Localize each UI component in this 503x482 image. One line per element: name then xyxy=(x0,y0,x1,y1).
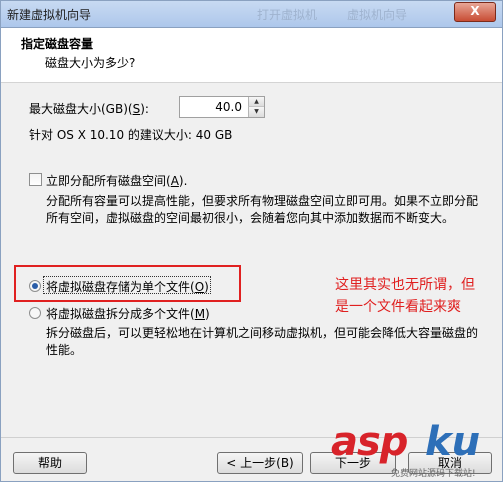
multi-file-description-line: 性能。 xyxy=(46,343,83,357)
disk-size-stepper[interactable]: ▲ ▼ xyxy=(179,96,265,118)
spin-down-arrow-icon[interactable]: ▼ xyxy=(248,107,264,117)
single-file-label[interactable]: 将虚拟磁盘存储为单个文件(O) xyxy=(46,278,209,295)
site-watermark-logo: asp ku 免费网站源码下载站! xyxy=(321,419,501,482)
annotation-line: 这里其实也无所谓，但 xyxy=(335,277,475,293)
window-title: 新建虚拟机向导 xyxy=(7,8,92,22)
recommended-size-text: 针对 OS X 10.10 的建议大小: 40 GB xyxy=(29,128,233,142)
spin-up-arrow-icon[interactable]: ▲ xyxy=(248,97,264,107)
page-subtitle: 磁盘大小为多少? xyxy=(45,56,136,70)
wizard-header: 指定磁盘容量 磁盘大小为多少? xyxy=(1,28,502,83)
help-button[interactable]: 帮助 xyxy=(13,452,87,474)
multi-file-radio[interactable] xyxy=(29,307,41,319)
watermark-subtitle: 免费网站源码下载站! xyxy=(391,469,476,479)
close-button[interactable]: X xyxy=(454,2,496,22)
title-ghost-text: 虚拟机向导 xyxy=(347,8,408,22)
red-annotation-text: 这里其实也无所谓，但 是一个文件看起来爽 xyxy=(335,274,503,318)
title-bar: 新建虚拟机向导 打开虚拟机 虚拟机向导 X xyxy=(1,1,502,28)
allocate-description-line: 分配所有容量可以提高性能，但要求所有物理磁盘空间立即可用。如果不立即分配 xyxy=(46,194,479,208)
annotation-line: 是一个文件看起来爽 xyxy=(335,299,461,315)
multi-file-label[interactable]: 将虚拟磁盘拆分成多个文件(M) xyxy=(46,305,210,322)
back-button[interactable]: < 上一步(B) xyxy=(217,452,303,474)
single-file-radio[interactable] xyxy=(29,280,41,292)
wizard-window: 新建虚拟机向导 打开虚拟机 虚拟机向导 X 指定磁盘容量 磁盘大小为多少? 最大… xyxy=(0,0,503,482)
allocate-now-label[interactable]: 立即分配所有磁盘空间(A). xyxy=(46,172,187,189)
watermark-asp-text: asp xyxy=(331,419,408,465)
disk-size-input[interactable] xyxy=(182,99,242,115)
title-ghost-text: 打开虚拟机 xyxy=(257,8,318,22)
page-title: 指定磁盘容量 xyxy=(21,37,94,51)
watermark-ku-text: ku xyxy=(425,419,481,465)
allocate-now-checkbox[interactable] xyxy=(29,173,42,186)
disk-size-label: 最大磁盘大小(GB)(S): xyxy=(29,102,149,116)
multi-file-description-line: 拆分磁盘后，可以更轻松地在计算机之间移动虚拟机，但可能会降低大容量磁盘的 xyxy=(46,326,479,340)
allocate-description: 分配所有容量可以提高性能，但要求所有物理磁盘空间立即可用。如果不立即分配 所有空… xyxy=(46,193,478,227)
allocate-description-line: 所有空间，虚拟磁盘的空间最初很小，会随着您向其中添加数据而不断变大。 xyxy=(46,211,455,225)
spin-buttons: ▲ ▼ xyxy=(248,97,264,117)
multi-file-description: 拆分磁盘后，可以更轻松地在计算机之间移动虚拟机，但可能会降低大容量磁盘的 性能。 xyxy=(46,325,478,359)
